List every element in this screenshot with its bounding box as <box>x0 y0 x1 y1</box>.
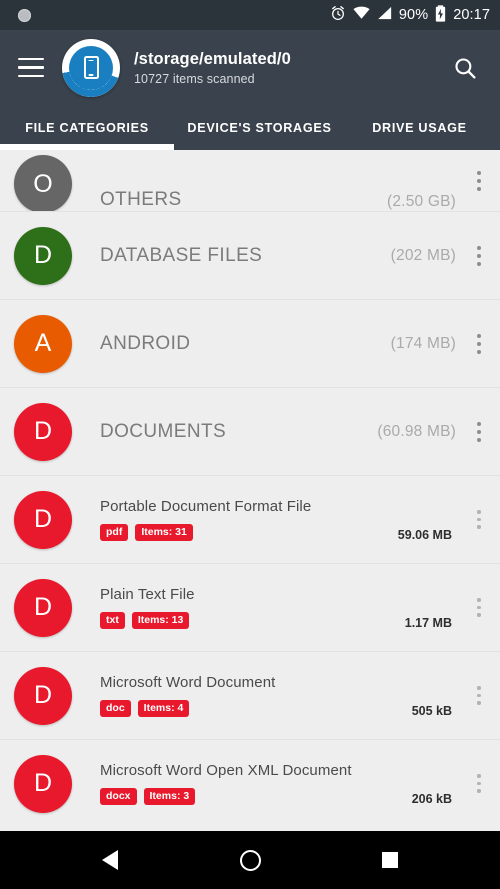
file-type-title: Portable Document Format File <box>100 498 312 515</box>
page-title: /storage/emulated/0 <box>134 49 291 68</box>
tab-devices-storages[interactable]: DEVICE'S STORAGES <box>174 105 345 150</box>
category-label-block: DOCUMENTS <box>100 421 377 443</box>
file-type-block: Portable Document Format File pdf Items:… <box>100 498 398 541</box>
avatar: D <box>14 754 72 813</box>
scan-status-label: 10727 items scanned <box>134 71 255 86</box>
file-size-label: 206 kB <box>411 792 452 806</box>
wifi-icon <box>353 6 370 24</box>
file-category-list[interactable]: O OTHERS (2.50 GB) D DATABASE FILES (202… <box>0 150 500 831</box>
avatar: D <box>14 402 72 461</box>
toolbar-title-block: /storage/emulated/0 10727 items scanned <box>134 50 446 86</box>
file-size-label: 59.06 MB <box>397 528 452 542</box>
category-label: OTHERS <box>100 189 182 210</box>
list-item-file-type[interactable]: D Plain Text File txt Items: 13 1.17 MB <box>0 563 500 651</box>
item-count-badge: Items: 4 <box>137 700 190 717</box>
file-type-block: Microsoft Word Open XML Document docx It… <box>100 762 412 805</box>
category-size: (174 MB) <box>390 334 456 352</box>
file-size-label: 505 kB <box>411 704 452 718</box>
avatar: A <box>14 314 72 373</box>
file-type-title: Microsoft Word Document <box>100 674 276 691</box>
category-label: DATABASE FILES <box>100 244 263 266</box>
list-item-category[interactable]: A ANDROID (174 MB) <box>0 299 500 387</box>
kebab-menu-icon[interactable] <box>466 564 492 651</box>
kebab-menu-icon[interactable] <box>466 212 492 299</box>
item-count-badge: Items: 13 <box>131 612 190 629</box>
tab-bar: FILE CATEGORIES DEVICE'S STORAGES DRIVE … <box>0 105 500 150</box>
kebab-menu-icon[interactable] <box>466 300 492 387</box>
nav-recents-icon[interactable] <box>367 837 413 883</box>
notification-dot-icon <box>18 8 31 22</box>
file-type-title: Microsoft Word Open XML Document <box>100 762 352 779</box>
avatar: D <box>14 666 72 725</box>
file-type-block: Microsoft Word Document doc Items: 4 <box>100 674 412 717</box>
file-type-block: Plain Text File txt Items: 13 <box>100 586 405 629</box>
badge-group: pdf Items: 31 <box>100 524 398 541</box>
badge-group: doc Items: 4 <box>100 700 412 717</box>
clock-label: 20:17 <box>453 7 490 23</box>
list-item-file-type[interactable]: D Microsoft Word Open XML Document docx … <box>0 739 500 827</box>
nav-back-icon[interactable] <box>87 837 133 883</box>
list-item-category[interactable]: D DATABASE FILES (202 MB) <box>0 211 500 299</box>
category-label-block: ANDROID <box>100 333 391 355</box>
tab-drive-usage[interactable]: DRIVE USAGE <box>345 105 500 150</box>
nav-home-icon[interactable] <box>227 837 273 883</box>
kebab-menu-icon[interactable] <box>466 476 492 563</box>
category-label-block: DATABASE FILES <box>100 245 391 267</box>
hamburger-menu-icon[interactable] <box>14 53 48 83</box>
device-storage-icon <box>62 38 120 97</box>
app-toolbar: /storage/emulated/0 10727 items scanned <box>0 30 500 105</box>
category-label: DOCUMENTS <box>100 420 227 442</box>
list-item-category[interactable]: O OTHERS (2.50 GB) <box>0 150 500 213</box>
extension-badge: pdf <box>100 524 129 541</box>
avatar: D <box>14 226 72 285</box>
kebab-menu-icon[interactable] <box>466 652 492 739</box>
category-label-block: OTHERS <box>100 189 387 211</box>
avatar: O <box>14 155 72 213</box>
file-type-title: Plain Text File <box>100 586 195 603</box>
category-size: (202 MB) <box>390 246 456 264</box>
battery-charging-icon <box>435 4 446 26</box>
list-item-file-type[interactable]: D Microsoft Word Document doc Items: 4 5… <box>0 651 500 739</box>
status-bar-right: 90% 20:17 <box>330 4 490 26</box>
alarm-clock-icon <box>330 5 346 25</box>
badge-group: txt Items: 13 <box>100 612 405 629</box>
category-size: (2.50 GB) <box>387 193 456 210</box>
kebab-menu-icon[interactable] <box>466 150 492 211</box>
extension-badge: txt <box>100 612 125 629</box>
status-bar: 90% 20:17 <box>0 0 500 30</box>
kebab-menu-icon[interactable] <box>466 388 492 475</box>
status-bar-left <box>18 8 330 22</box>
list-item-file-type[interactable]: D Portable Document Format File pdf Item… <box>0 475 500 563</box>
file-size-label: 1.17 MB <box>404 616 452 630</box>
badge-group: docx Items: 3 <box>100 788 412 805</box>
category-size: (60.98 MB) <box>377 422 456 440</box>
item-count-badge: Items: 31 <box>135 524 193 541</box>
kebab-menu-icon[interactable] <box>466 740 492 827</box>
extension-badge: docx <box>100 788 137 805</box>
category-label: ANDROID <box>100 332 191 354</box>
avatar: D <box>14 578 72 637</box>
extension-badge: doc <box>100 700 131 717</box>
cell-signal-icon <box>377 6 392 24</box>
item-count-badge: Items: 3 <box>143 788 196 805</box>
list-item-category[interactable]: D DOCUMENTS (60.98 MB) <box>0 387 500 475</box>
app-root: 90% 20:17 /storage/emulated/0 10727 item… <box>0 0 500 889</box>
search-icon[interactable] <box>446 49 484 87</box>
battery-percent-label: 90% <box>398 7 429 23</box>
android-navigation-bar <box>0 831 500 889</box>
avatar: D <box>14 490 72 549</box>
